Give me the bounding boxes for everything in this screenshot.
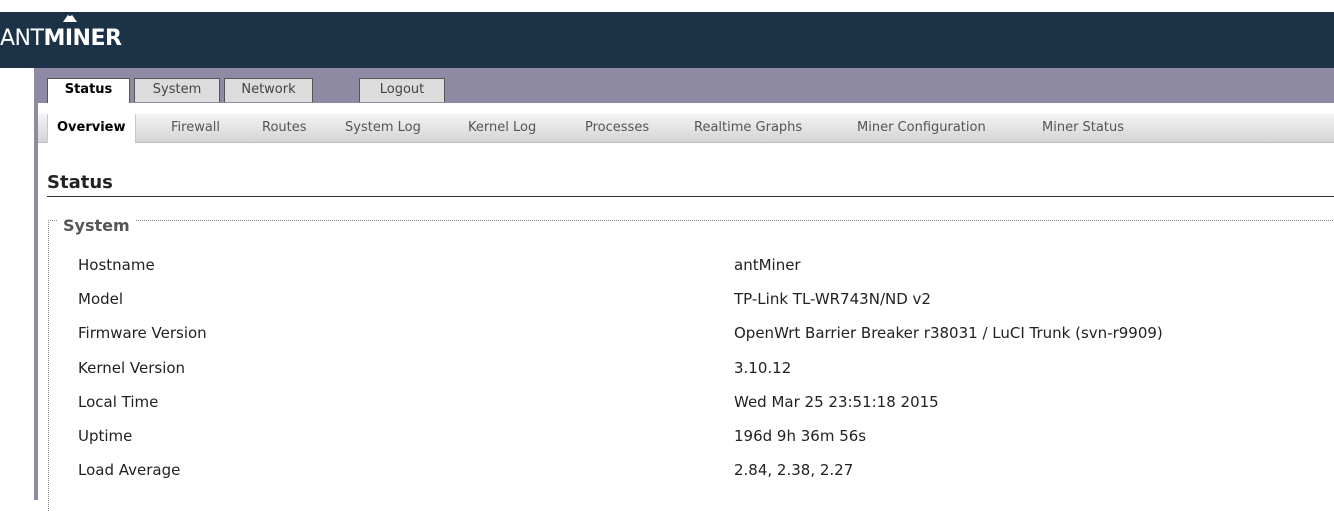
tab-system[interactable]: System (134, 78, 220, 102)
sub-navigation: Overview Firewall Routes System Log Kern… (38, 114, 1334, 143)
system-fieldset (48, 220, 1334, 511)
subnav-miner-status[interactable]: Miner Status (1042, 114, 1124, 142)
row-value: 2.84, 2.38, 2.27 (734, 461, 854, 479)
row-label: Uptime (78, 427, 133, 445)
tab-status[interactable]: Status (47, 78, 130, 103)
subnav-overview[interactable]: Overview (47, 114, 136, 143)
row-value: 3.10.12 (734, 359, 792, 377)
subnav-realtime-graphs[interactable]: Realtime Graphs (694, 114, 802, 142)
subnav-routes[interactable]: Routes (262, 114, 307, 142)
row-label: Model (78, 290, 124, 308)
row-label: Hostname (78, 256, 155, 274)
row-label: Firmware Version (78, 324, 207, 342)
left-margin (0, 68, 34, 500)
subnav-system-log[interactable]: System Log (345, 114, 421, 142)
app-header (0, 12, 1334, 68)
row-value: 196d 9h 36m 56s (734, 427, 867, 445)
subnav-miner-configuration[interactable]: Miner Configuration (857, 114, 986, 142)
row-label: Local Time (78, 393, 159, 411)
brand-ant: ANT (0, 26, 44, 51)
row-label: Load Average (78, 461, 181, 479)
row-value: OpenWrt Barrier Breaker r38031 / LuCI Tr… (734, 324, 1163, 342)
system-legend: System (57, 216, 136, 235)
subnav-kernel-log[interactable]: Kernel Log (468, 114, 536, 142)
main-content: Overview Firewall Routes System Log Kern… (38, 103, 1334, 511)
brand-hat-icon (63, 12, 77, 22)
title-divider (47, 196, 1334, 197)
row-value: TP-Link TL-WR743N/ND v2 (734, 290, 931, 308)
tab-network[interactable]: Network (224, 78, 313, 102)
brand-logo[interactable]: ANTMINER (0, 26, 122, 52)
row-value: Wed Mar 25 23:51:18 2015 (734, 393, 939, 411)
brand-miner: MINER (43, 26, 122, 51)
page-title: Status (47, 172, 113, 193)
logout-tab[interactable]: Logout (359, 78, 445, 102)
row-value: antMiner (734, 256, 801, 274)
subnav-firewall[interactable]: Firewall (171, 114, 220, 142)
subnav-processes[interactable]: Processes (585, 114, 649, 142)
top-whitespace (0, 0, 1334, 12)
row-label: Kernel Version (78, 359, 186, 377)
